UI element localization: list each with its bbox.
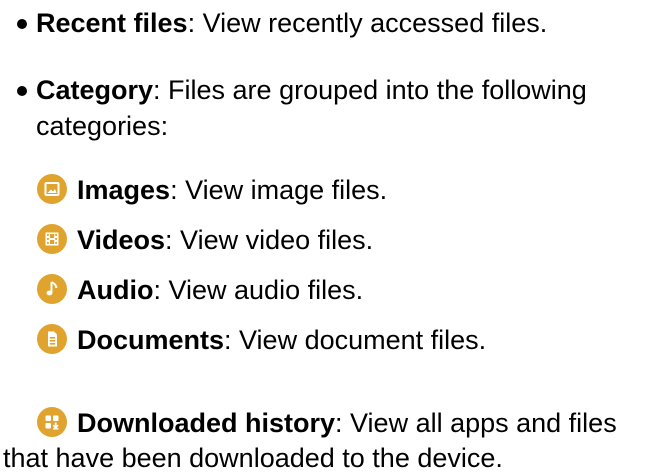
image-icon [37, 174, 67, 204]
category-line1: Downloaded history: View all apps and fi… [37, 405, 617, 442]
category-item-videos: Videos: View video files. [37, 222, 644, 259]
category-desc: : View document files. [224, 325, 487, 355]
bullet-desc: : View recently accessed files. [187, 8, 548, 38]
category-term: Downloaded history [77, 408, 336, 438]
category-desc: : View audio files. [153, 275, 364, 305]
document-icon [37, 324, 67, 354]
category-item-images: Images: View image files. [37, 172, 644, 209]
bullet-item-recent-files: Recent files: View recently accessed fil… [17, 5, 644, 42]
category-desc: : View all apps and files [335, 408, 617, 438]
bullet-desc: : Files are grouped into the following [153, 75, 587, 105]
bullet-desc-line2: categories: [36, 111, 169, 141]
download-history-icon [37, 407, 67, 437]
category-item-documents: Documents: View document files. [37, 322, 644, 359]
audio-icon [37, 274, 67, 304]
category-desc-line2: that have been downloaded to the device. [3, 443, 503, 473]
category-desc: : View video files. [165, 225, 374, 255]
category-term: Audio [77, 275, 154, 305]
video-icon [37, 224, 67, 254]
category-term: Images [77, 175, 171, 205]
bullet-item-category: Category: Files are grouped into the fol… [17, 72, 644, 145]
category-item-audio: Audio: View audio files. [37, 272, 644, 309]
category-term: Videos [77, 225, 166, 255]
category-desc: : View image files. [170, 175, 388, 205]
bullet-text: Recent files: View recently accessed fil… [36, 5, 644, 42]
bullet-term: Recent files [36, 8, 188, 38]
bullet-term: Category [36, 75, 154, 105]
category-term: Documents [77, 325, 225, 355]
bullet-dot [17, 86, 27, 96]
bullet-text: Category: Files are grouped into the fol… [36, 72, 644, 145]
bullet-dot [17, 19, 27, 29]
